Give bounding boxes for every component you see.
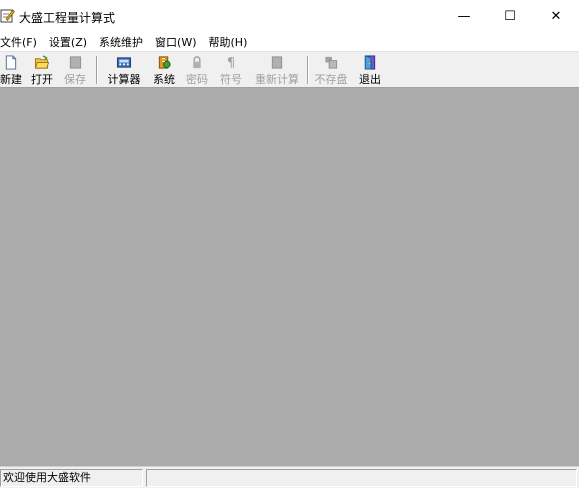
menu-system-maintenance[interactable]: 系统维护: [96, 34, 146, 50]
open-button[interactable]: 打开: [29, 54, 55, 87]
maximize-button[interactable]: ☐: [487, 0, 533, 32]
close-icon: ✕: [550, 8, 562, 24]
workspace-area[interactable]: [0, 88, 579, 466]
system-button[interactable]: 系统: [151, 54, 177, 87]
menu-window[interactable]: 窗口(W): [152, 34, 199, 50]
status-message: 欢迎使用大盛软件: [0, 469, 143, 487]
title-bar[interactable]: 大盛工程量计算式 — ☐ ✕: [0, 0, 579, 32]
minimize-icon: —: [457, 8, 471, 24]
recalculate-icon: [271, 56, 283, 69]
lock-icon: [193, 56, 201, 69]
menu-help[interactable]: 帮助(H): [206, 34, 251, 50]
svg-text:¶: ¶: [227, 56, 235, 70]
new-button[interactable]: 新建: [0, 54, 22, 87]
menu-bar: 文件(F) 设置(Z) 系统维护 窗口(W) 帮助(H): [0, 32, 579, 51]
maximize-icon: ☐: [504, 8, 516, 24]
calculator-button[interactable]: 计算器: [106, 54, 142, 87]
toolbar: 新建 打开 保存 计算器 系统 密码 ¶ 符号 重新计算 不存盘 退出: [0, 51, 579, 88]
menu-settings[interactable]: 设置(Z): [46, 34, 90, 50]
exit-door-icon: [364, 55, 376, 70]
recalculate-button[interactable]: 重新计算: [252, 54, 302, 87]
status-secondary: [146, 469, 577, 487]
toolbar-separator: [96, 56, 98, 84]
pilcrow-icon: ¶: [227, 56, 235, 70]
calculator-icon: [116, 57, 132, 68]
close-button[interactable]: ✕: [533, 0, 579, 32]
open-folder-icon: [34, 55, 50, 69]
system-icon: [158, 56, 171, 69]
toolbar-separator: [307, 56, 309, 84]
save-disk-icon: [69, 56, 82, 69]
password-button[interactable]: 密码: [184, 54, 210, 87]
new-document-icon: [5, 55, 17, 70]
minimize-button[interactable]: —: [441, 0, 487, 32]
no-save-button[interactable]: 不存盘: [313, 54, 349, 87]
window-title: 大盛工程量计算式: [19, 11, 116, 25]
exit-button[interactable]: 退出: [357, 54, 383, 87]
save-button[interactable]: 保存: [62, 54, 88, 87]
status-bar: 欢迎使用大盛软件: [0, 466, 579, 488]
no-save-icon: [325, 56, 338, 69]
menu-file[interactable]: 文件(F): [0, 34, 40, 50]
symbol-button[interactable]: ¶ 符号: [218, 54, 244, 87]
app-icon: [0, 9, 15, 23]
